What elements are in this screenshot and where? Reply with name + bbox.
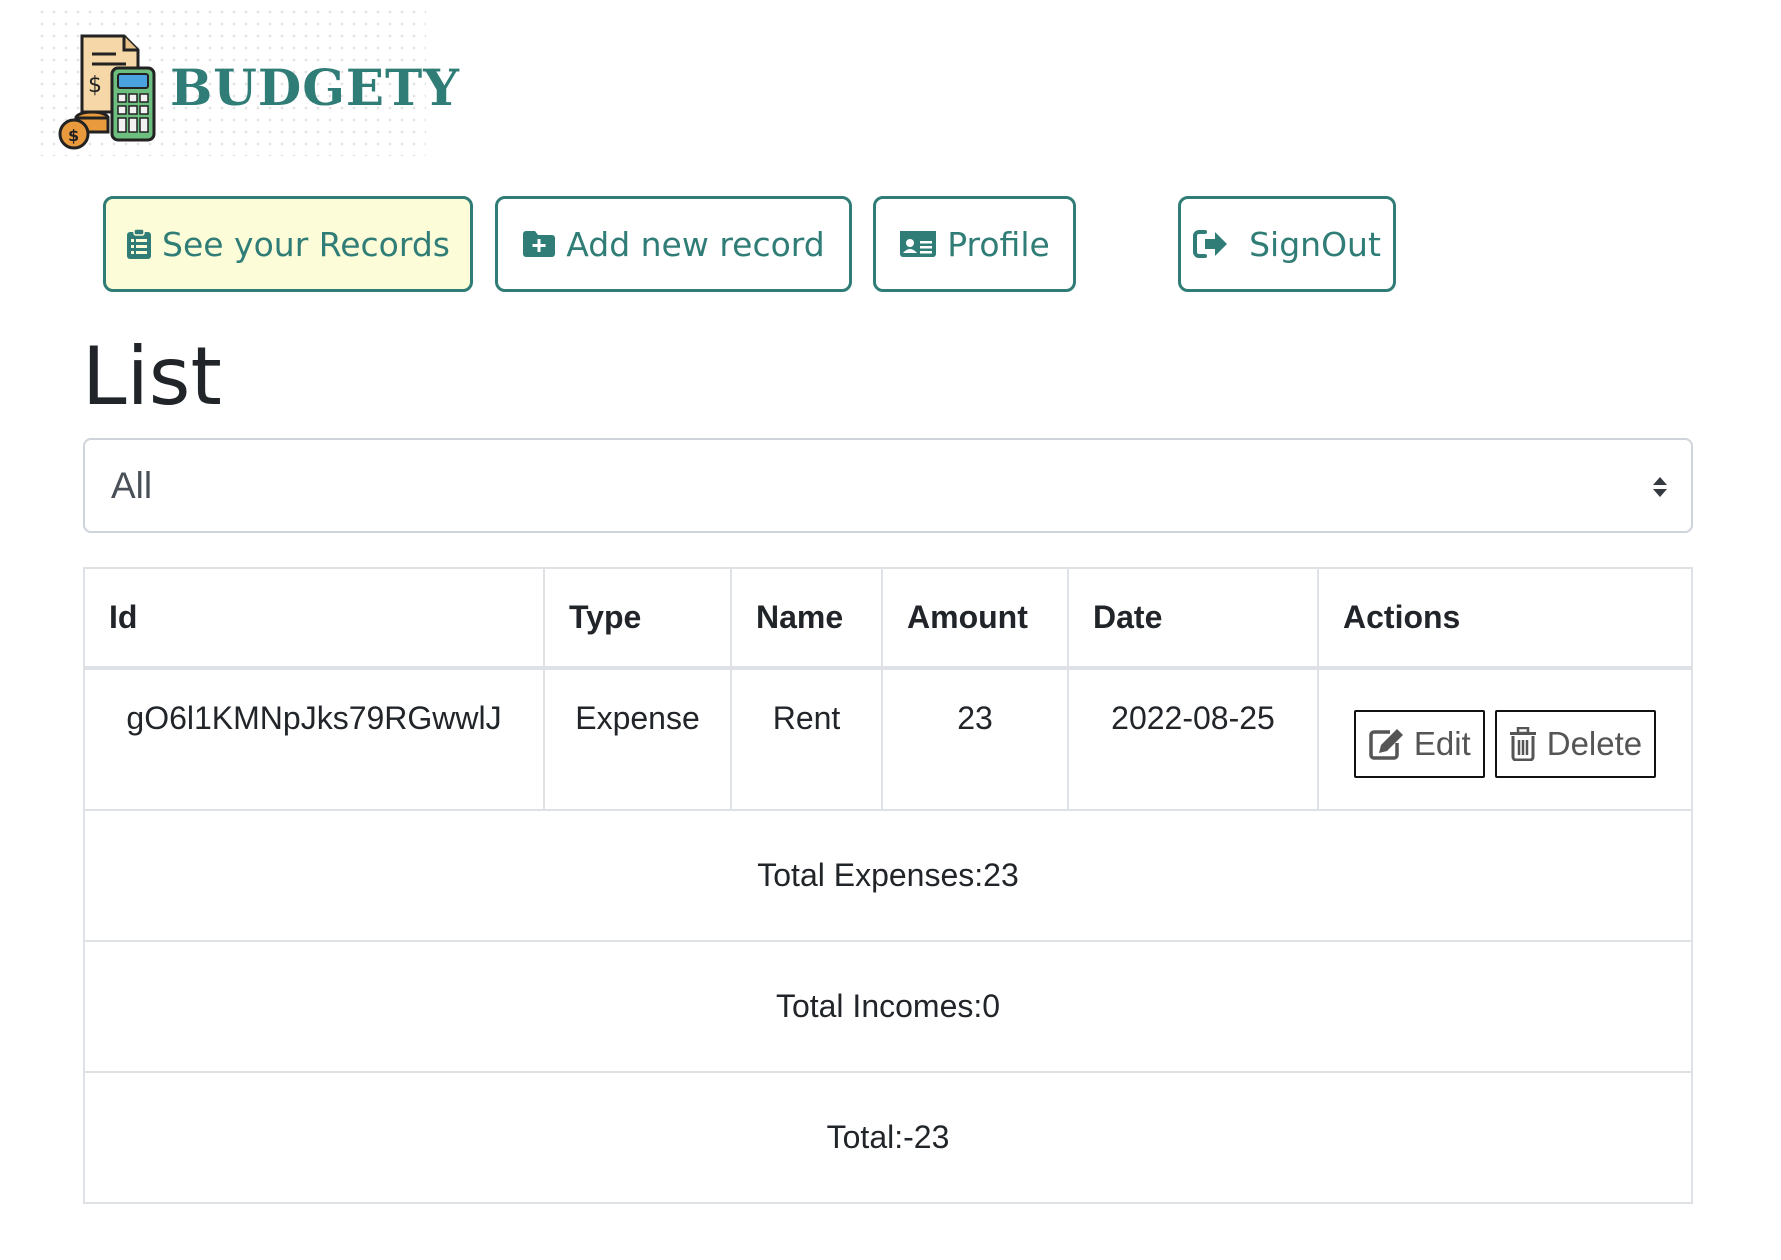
total-expenses: Total Expenses:23 xyxy=(83,809,1693,942)
type-filter-select[interactable]: All xyxy=(83,438,1693,533)
edit-label: Edit xyxy=(1413,725,1471,762)
id-card-icon xyxy=(900,231,937,257)
svg-text:$: $ xyxy=(88,73,102,98)
column-header-type: Type xyxy=(543,567,732,670)
table-row: gO6l1KMNpJks79RGwwlJ Expense Rent 23 202… xyxy=(83,667,1693,811)
records-table: Id Type Name Amount Date Actions gO6l1KM… xyxy=(83,567,1693,1204)
cell-name: Rent xyxy=(730,667,883,811)
signout-button[interactable]: SignOut xyxy=(1178,196,1396,292)
column-header-name: Name xyxy=(730,567,883,670)
edit-icon xyxy=(1369,729,1403,760)
profile-label: Profile xyxy=(947,224,1050,264)
delete-button[interactable]: Delete xyxy=(1494,710,1657,778)
profile-button[interactable]: Profile xyxy=(873,196,1076,292)
grand-total: Total:-23 xyxy=(83,1071,1693,1204)
folder-plus-icon xyxy=(523,231,556,257)
add-record-label: Add new record xyxy=(566,224,825,264)
brand-logo: $ $ BUDGETY xyxy=(36,6,459,156)
trash-icon xyxy=(1509,727,1536,761)
cell-date: 2022-08-25 xyxy=(1067,667,1319,811)
clipboard-list-icon xyxy=(127,228,152,259)
page-title: List xyxy=(82,330,222,423)
cell-type: Expense xyxy=(543,667,732,811)
brand-name: BUDGETY xyxy=(170,58,460,117)
column-header-id: Id xyxy=(83,567,545,670)
sign-out-icon xyxy=(1193,230,1228,258)
total-incomes: Total Incomes:0 xyxy=(83,940,1693,1073)
add-record-button[interactable]: Add new record xyxy=(495,196,852,292)
signout-label: SignOut xyxy=(1249,224,1381,264)
summary-row-total: Total:-23 xyxy=(83,1071,1693,1204)
column-header-actions: Actions xyxy=(1317,567,1693,670)
cell-id: gO6l1KMNpJks79RGwwlJ xyxy=(83,667,545,811)
cell-amount: 23 xyxy=(881,667,1069,811)
delete-label: Delete xyxy=(1546,725,1643,762)
see-records-button[interactable]: See your Records xyxy=(103,196,473,292)
row-actions: Edit Delete xyxy=(1320,710,1690,778)
summary-row-expenses: Total Expenses:23 xyxy=(83,809,1693,942)
column-header-amount: Amount xyxy=(881,567,1069,670)
table-header-row: Id Type Name Amount Date Actions xyxy=(83,567,1693,670)
column-header-date: Date xyxy=(1067,567,1319,670)
cell-actions: Edit Delete xyxy=(1317,667,1693,811)
budget-calculator-icon: $ $ xyxy=(58,34,156,150)
type-filter-value: All xyxy=(111,464,153,506)
edit-button[interactable]: Edit xyxy=(1353,710,1485,778)
svg-text:$: $ xyxy=(68,126,79,145)
summary-row-incomes: Total Incomes:0 xyxy=(83,940,1693,1073)
see-records-label: See your Records xyxy=(162,224,450,264)
sort-arrows-icon xyxy=(1653,477,1667,497)
